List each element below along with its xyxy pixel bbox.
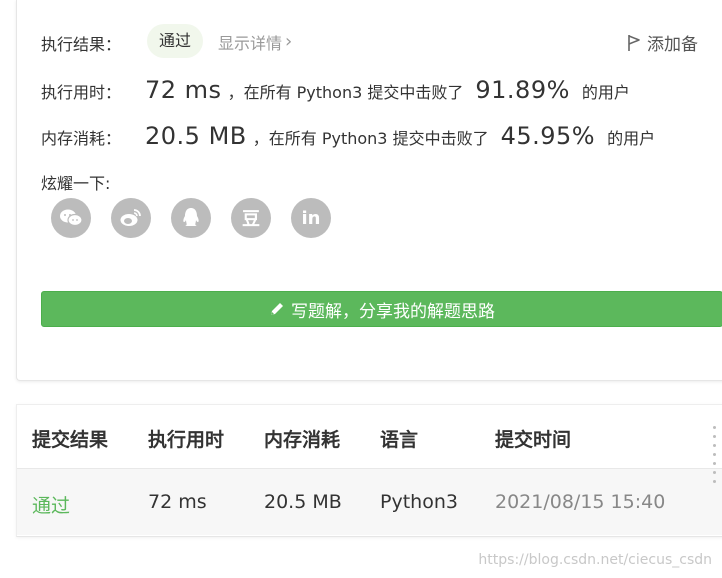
table-header: 提交结果 执行用时 内存消耗 语言 提交时间 (17, 405, 722, 469)
share-icons: 豆 in (51, 198, 331, 238)
header-memory: 内存消耗 (264, 429, 341, 451)
row-runtime: 72 ms (148, 491, 207, 513)
linkedin-icon[interactable]: in (291, 198, 331, 238)
share-label: 炫耀一下: (41, 174, 111, 193)
watermark: https://blog.csdn.net/ciecus_csdn (478, 552, 712, 568)
memory-value: 20.5 MB (145, 122, 247, 150)
memory-tail: 的用户 (607, 129, 656, 148)
runtime-percent: 91.89% (475, 76, 570, 104)
write-solution-button[interactable]: 写题解，分享我的解题思路 (41, 291, 722, 327)
row-language: Python3 (380, 491, 458, 513)
memory-percent: 45.95% (500, 122, 596, 150)
add-note-button[interactable]: 添加备 (627, 30, 698, 55)
show-details-link[interactable]: 显示详情 › (218, 30, 292, 54)
runtime-row: 执行用时： 72 ms ，在所有 Python3 提交中击败了 91.89% 的… (41, 76, 630, 104)
add-note-label: 添加备 (647, 35, 698, 55)
row-result[interactable]: 通过 (32, 491, 70, 518)
result-label: 执行结果： (41, 35, 122, 54)
result-card: 执行结果： 通过 显示详情 › 添加备 执行用时： 72 ms ，在所有 Pyt… (16, 0, 722, 381)
douban-icon[interactable]: 豆 (231, 198, 271, 238)
memory-row: 内存消耗： 20.5 MB ，在所有 Python3 提交中击败了 45.95%… (41, 122, 655, 150)
linkedin-glyph: in (301, 207, 321, 229)
runtime-tail: 的用户 (581, 83, 630, 102)
submissions-table: 提交结果 执行用时 内存消耗 语言 提交时间 通过 72 ms 20.5 MB … (16, 404, 722, 537)
memory-beat-text: ，在所有 Python3 提交中击败了 (252, 129, 489, 148)
runtime-label: 执行用时： (41, 83, 122, 102)
memory-label: 内存消耗： (41, 129, 122, 148)
table-row[interactable]: 通过 72 ms 20.5 MB Python3 2021/08/15 15:4… (17, 469, 722, 535)
flag-icon (628, 34, 640, 51)
header-language: 语言 (380, 429, 419, 451)
header-result: 提交结果 (32, 429, 109, 451)
resize-handle[interactable] (711, 426, 717, 483)
status-badge: 通过 (147, 24, 204, 58)
pencil-icon (271, 303, 283, 315)
weibo-icon[interactable] (111, 198, 151, 238)
chevron-right-icon: › (285, 31, 293, 52)
row-memory: 20.5 MB (264, 491, 342, 513)
show-details-label: 显示详情 (218, 34, 283, 53)
runtime-beat-text: ，在所有 Python3 提交中击败了 (227, 83, 464, 102)
header-time: 提交时间 (495, 429, 572, 451)
header-runtime: 执行用时 (148, 429, 225, 451)
write-solution-label: 写题解，分享我的解题思路 (291, 301, 495, 322)
qq-icon[interactable] (171, 198, 211, 238)
row-time: 2021/08/15 15:40 (495, 491, 666, 513)
runtime-value: 72 ms (145, 76, 222, 104)
douban-glyph: 豆 (242, 209, 260, 230)
wechat-icon[interactable] (51, 198, 91, 238)
